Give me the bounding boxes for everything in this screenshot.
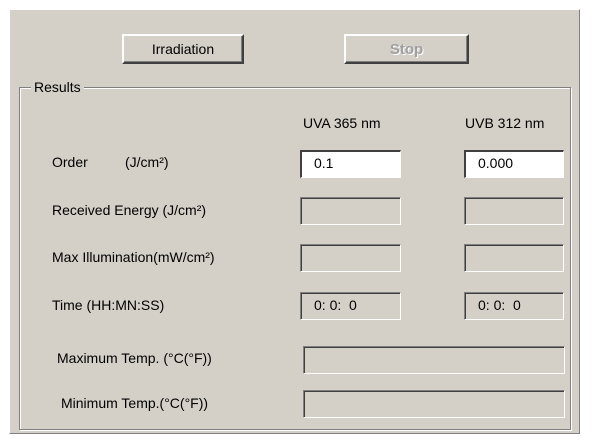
order-uvb-input[interactable]: 0.000: [464, 150, 564, 178]
maximum-temp-label: Maximum Temp. (°C(°F)): [57, 350, 212, 366]
max-illumination-uva-field: [300, 244, 401, 272]
max-illumination-label: Max Illumination(mW/cm²): [52, 249, 215, 265]
order-label: Order: [52, 154, 88, 170]
time-uva-field: 0: 0: 0: [300, 292, 401, 320]
time-label: Time (HH:MN:SS): [52, 297, 165, 313]
stop-button[interactable]: Stop: [344, 34, 469, 64]
received-energy-uva-field: [300, 197, 401, 225]
results-group-title: Results: [31, 79, 84, 95]
order-uva-input[interactable]: 0.1: [300, 150, 401, 178]
order-unit-label: (J/cm²): [125, 154, 169, 170]
time-uvb-field: 0: 0: 0: [464, 292, 564, 320]
received-energy-uvb-field: [464, 197, 564, 225]
column-header-uvb: UVB 312 nm: [465, 115, 545, 131]
received-energy-label: Received Energy (J/cm²): [52, 202, 207, 218]
max-illumination-uvb-field: [464, 244, 564, 272]
irradiation-button[interactable]: Irradiation: [122, 34, 244, 64]
minimum-temp-label: Minimum Temp.(°C(°F)): [61, 395, 209, 411]
maximum-temp-field: [303, 346, 565, 374]
column-header-uva: UVA 365 nm: [303, 115, 381, 131]
minimum-temp-field: [303, 390, 565, 418]
